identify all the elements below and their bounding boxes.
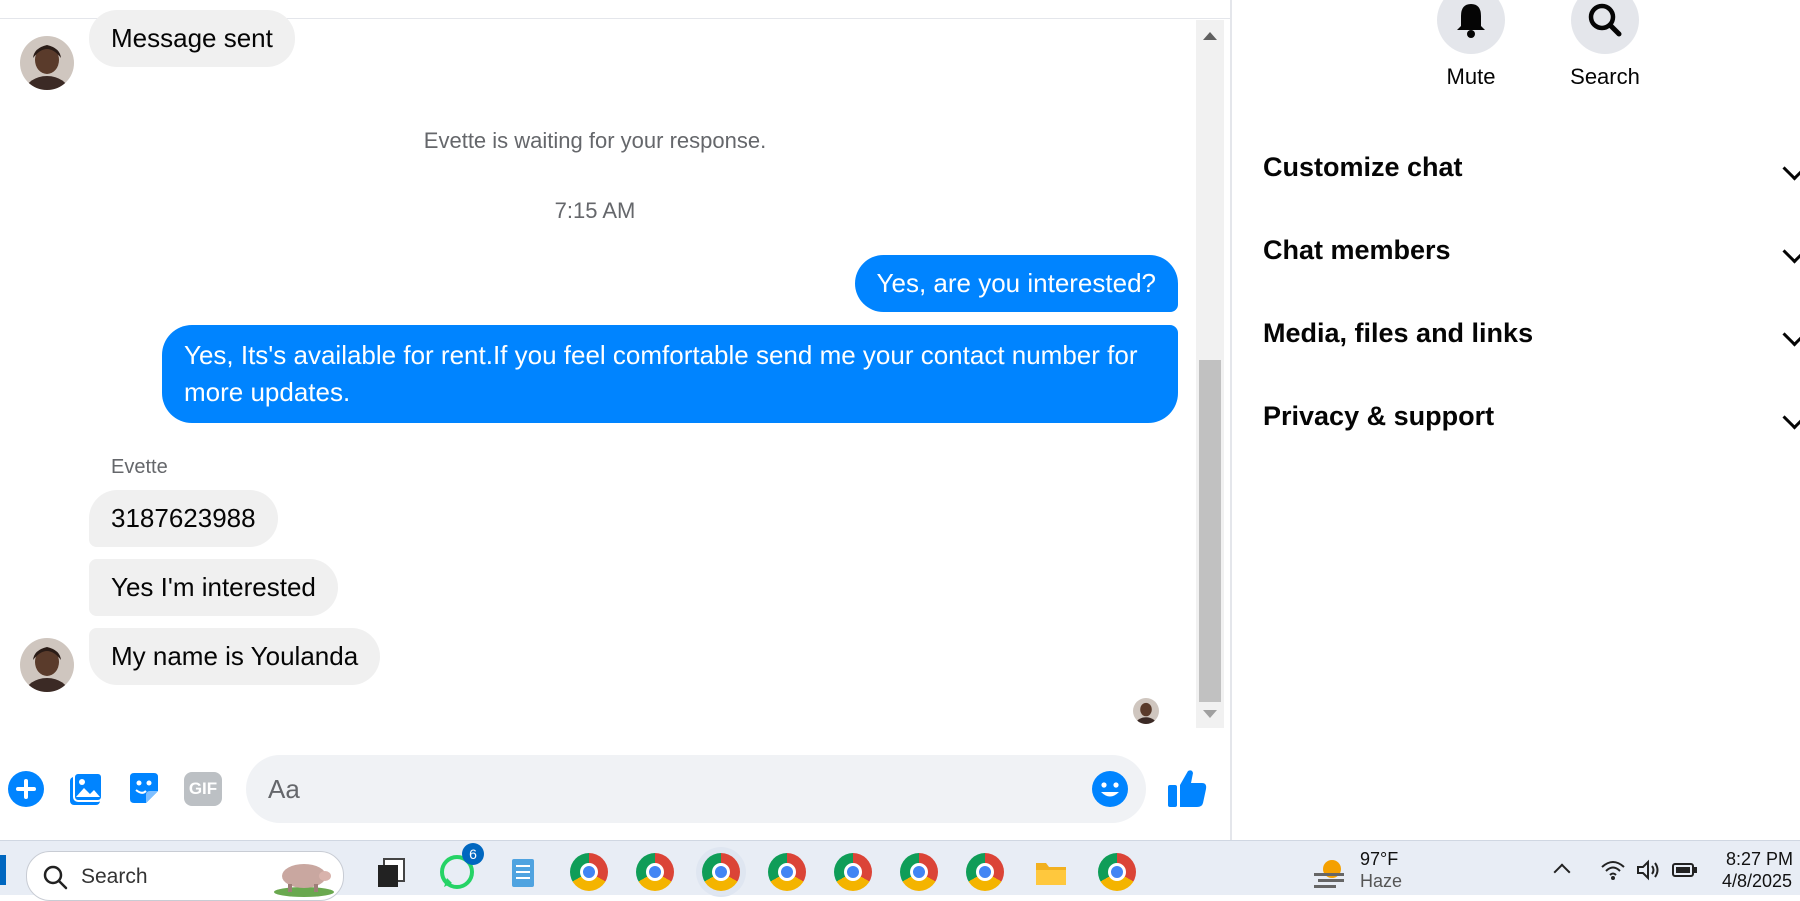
privacy-support-row[interactable]: Privacy & support xyxy=(1263,401,1494,432)
contact-avatar[interactable] xyxy=(20,638,74,692)
chrome-profile-icon[interactable] xyxy=(636,853,674,891)
incoming-message[interactable]: Yes I'm interested xyxy=(89,559,338,616)
gif-icon[interactable]: GIF xyxy=(184,772,222,806)
chat-members-row[interactable]: Chat members xyxy=(1263,235,1451,266)
scroll-down-arrow-icon[interactable] xyxy=(1203,710,1217,718)
notification-badge: 6 xyxy=(462,843,484,865)
incoming-message[interactable]: My name is Youlanda xyxy=(89,628,381,685)
mute-action[interactable]: Mute xyxy=(1416,0,1526,90)
message-status-bubble: Message sent xyxy=(89,10,295,67)
message-input[interactable] xyxy=(246,755,1146,823)
avatar-image xyxy=(20,638,74,692)
waiting-notice: Evette is waiting for your response. xyxy=(423,128,767,153)
chrome-profile-icon[interactable] xyxy=(966,853,1004,891)
task-view-icon[interactable] xyxy=(372,853,410,891)
avatar-image xyxy=(20,36,74,90)
battery-icon[interactable] xyxy=(1672,861,1698,879)
scroll-up-arrow-icon[interactable] xyxy=(1203,32,1217,40)
whatsapp-app-icon[interactable]: 6 xyxy=(438,843,484,891)
chat-scrollbar[interactable] xyxy=(1196,20,1224,728)
weather-condition: Haze xyxy=(1360,871,1403,891)
search-action[interactable]: Search xyxy=(1550,0,1660,90)
incoming-message[interactable]: 3187623988 xyxy=(89,490,278,547)
bell-icon xyxy=(1457,4,1485,38)
search-icon xyxy=(1588,3,1622,37)
chrome-profile-icon[interactable] xyxy=(834,853,872,891)
emoji-icon[interactable] xyxy=(1090,769,1130,809)
chrome-profile-icon[interactable] xyxy=(570,853,608,891)
search-button[interactable] xyxy=(1571,0,1639,54)
contact-avatar[interactable] xyxy=(20,36,74,90)
photo-icon[interactable] xyxy=(64,767,108,811)
chrome-profile-icon[interactable] xyxy=(900,853,938,891)
wifi-icon[interactable] xyxy=(1600,859,1626,881)
seen-avatar-image xyxy=(1133,698,1159,724)
notepad-icon[interactable] xyxy=(504,853,542,891)
clock-time[interactable]: 8:27 PM xyxy=(1726,849,1800,870)
chrome-profile-icon[interactable] xyxy=(1098,853,1136,891)
clock-date[interactable]: 4/8/2025 xyxy=(1722,871,1800,892)
start-button-edge[interactable] xyxy=(0,855,6,885)
sender-name: Evette xyxy=(111,456,168,478)
weather-temperature: 97°F xyxy=(1360,849,1399,869)
outgoing-message[interactable]: Yes, Its's available for rent.If you fee… xyxy=(162,325,1178,423)
pig-icon xyxy=(274,864,334,897)
windows-taskbar: Search 6 97°F Haze 8:27 PM 4/8/2025 xyxy=(0,840,1800,901)
mute-label: Mute xyxy=(1446,64,1496,89)
message-timestamp: 7:15 AM xyxy=(554,198,636,223)
sticker-icon[interactable] xyxy=(122,767,166,811)
media-files-links-row[interactable]: Media, files and links xyxy=(1263,318,1533,349)
search-label: Search xyxy=(1570,64,1640,89)
thumbs-up-icon[interactable] xyxy=(1164,765,1210,811)
scrollbar-thumb[interactable] xyxy=(1199,360,1221,702)
search-icon xyxy=(43,865,68,890)
chrome-icon[interactable] xyxy=(768,853,806,891)
customize-chat-row[interactable]: Customize chat xyxy=(1263,152,1463,183)
chevron-up-icon[interactable] xyxy=(1553,863,1571,881)
file-explorer-icon[interactable] xyxy=(1032,853,1070,891)
mute-button[interactable] xyxy=(1437,0,1505,54)
volume-icon[interactable] xyxy=(1636,859,1662,881)
chat-pane: Message sent Evette is waiting for your … xyxy=(0,0,1230,840)
taskbar-search-label: Search xyxy=(81,865,148,888)
plus-circle-icon[interactable] xyxy=(4,767,48,811)
seen-avatar xyxy=(1133,698,1159,724)
message-composer: GIF xyxy=(0,745,1230,835)
haze-weather-icon[interactable] xyxy=(1310,855,1348,889)
chrome-profile-icon-active[interactable] xyxy=(702,853,740,891)
outgoing-message[interactable]: Yes, are you interested? xyxy=(854,255,1178,312)
